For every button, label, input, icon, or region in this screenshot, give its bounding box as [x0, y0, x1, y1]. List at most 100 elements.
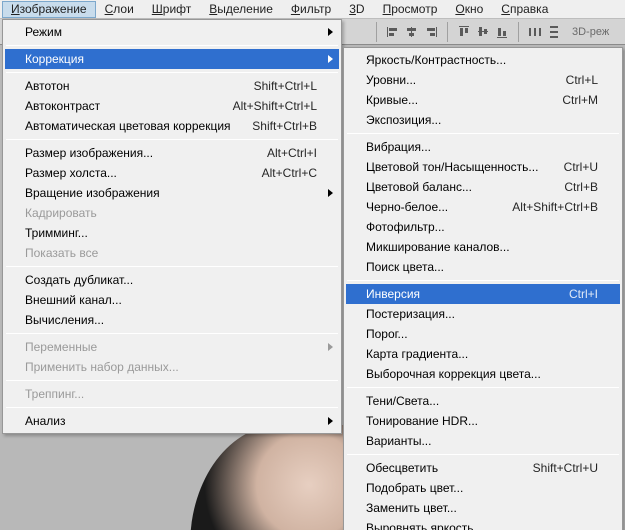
image-menu-item[interactable]: Вращение изображения	[5, 183, 339, 203]
correction-submenu-item[interactable]: Карта градиента...	[346, 344, 620, 364]
image-menu-separator	[6, 266, 338, 267]
correction-submenu-item[interactable]: Постеризация...	[346, 304, 620, 324]
correction-submenu-item-label: Обесцветить	[366, 461, 521, 475]
align-center-h-icon[interactable]	[403, 23, 421, 41]
image-menu-item[interactable]: Создать дубликат...	[5, 270, 339, 290]
toolbar-separator	[447, 22, 448, 42]
align-bottom-icon[interactable]	[493, 23, 511, 41]
image-menu-item: Переменные	[5, 337, 339, 357]
correction-submenu-item[interactable]: ИнверсияCtrl+I	[346, 284, 620, 304]
image-menu-item[interactable]: Автоматическая цветовая коррекцияShift+C…	[5, 116, 339, 136]
image-menu-item[interactable]: Размер изображения...Alt+Ctrl+I	[5, 143, 339, 163]
correction-submenu-item[interactable]: Тени/Света...	[346, 391, 620, 411]
image-menu-separator	[6, 45, 338, 46]
align-top-icon[interactable]	[455, 23, 473, 41]
correction-submenu-item-label: Яркость/Контрастность...	[366, 53, 598, 67]
correction-submenu-item-shortcut: Ctrl+I	[569, 287, 598, 301]
correction-submenu-item[interactable]: Вибрация...	[346, 137, 620, 157]
submenu-arrow-icon	[328, 189, 333, 197]
submenu-arrow-icon	[328, 343, 333, 351]
correction-submenu-item[interactable]: Тонирование HDR...	[346, 411, 620, 431]
image-menu-separator	[6, 333, 338, 334]
distribute-v-icon[interactable]	[545, 23, 563, 41]
image-menu-separator	[6, 139, 338, 140]
correction-submenu-item-label: Тонирование HDR...	[366, 414, 598, 428]
image-menu-item: Кадрировать	[5, 203, 339, 223]
image-menu-item-label: Треппинг...	[25, 387, 317, 401]
correction-submenu-item-label: Черно-белое...	[366, 200, 500, 214]
correction-submenu-item[interactable]: Уровни...Ctrl+L	[346, 70, 620, 90]
correction-submenu-item[interactable]: Подобрать цвет...	[346, 478, 620, 498]
image-menu-item-shortcut: Alt+Shift+Ctrl+L	[233, 99, 317, 113]
menubar: ИзображениеСлоиШрифтВыделениеФильтр3DПро…	[0, 0, 625, 19]
correction-submenu-dropdown: Яркость/Контрастность...Уровни...Ctrl+LК…	[343, 47, 623, 530]
image-menu-separator	[6, 72, 338, 73]
correction-submenu-item[interactable]: Микширование каналов...	[346, 237, 620, 257]
correction-submenu-item[interactable]: Выровнять яркость	[346, 518, 620, 530]
image-menu-dropdown: РежимКоррекцияАвтотонShift+Ctrl+LАвтокон…	[2, 19, 342, 434]
correction-submenu-item-label: Вибрация...	[366, 140, 598, 154]
image-menu-item-shortcut: Alt+Ctrl+I	[267, 146, 317, 160]
image-menu-item-label: Переменные	[25, 340, 317, 354]
correction-submenu-item-label: Заменить цвет...	[366, 501, 598, 515]
correction-submenu-item[interactable]: Порог...	[346, 324, 620, 344]
menubar-item[interactable]: Выделение	[200, 1, 282, 18]
image-menu-item[interactable]: Вычисления...	[5, 310, 339, 330]
correction-submenu-separator	[347, 454, 619, 455]
image-menu-item[interactable]: Режим	[5, 22, 339, 42]
correction-submenu-item[interactable]: Заменить цвет...	[346, 498, 620, 518]
image-menu-item-label: Анализ	[25, 414, 317, 428]
image-menu-item[interactable]: Автоконтраст Alt+Shift+Ctrl+L	[5, 96, 339, 116]
correction-submenu-item-label: Экспозиция...	[366, 113, 598, 127]
image-menu-item: Показать все	[5, 243, 339, 263]
correction-submenu-item-shortcut: Shift+Ctrl+U	[533, 461, 598, 475]
menubar-item[interactable]: Шрифт	[143, 1, 200, 18]
image-menu-item[interactable]: Внешний канал...	[5, 290, 339, 310]
menubar-item[interactable]: Слои	[96, 1, 143, 18]
image-menu-item[interactable]: Тримминг...	[5, 223, 339, 243]
correction-submenu-item[interactable]: Черно-белое... Alt+Shift+Ctrl+B	[346, 197, 620, 217]
align-right-icon[interactable]	[422, 23, 440, 41]
image-menu-item-label: Внешний канал...	[25, 293, 317, 307]
correction-submenu-item-shortcut: Ctrl+B	[564, 180, 598, 194]
correction-submenu-item[interactable]: Выборочная коррекция цвета...	[346, 364, 620, 384]
align-left-icon[interactable]	[384, 23, 402, 41]
distribute-h-icon[interactable]	[526, 23, 544, 41]
correction-submenu-item-label: Уровни...	[366, 73, 554, 87]
correction-submenu-item[interactable]: Обесцветить Shift+Ctrl+U	[346, 458, 620, 478]
image-menu-item: Треппинг...	[5, 384, 339, 404]
image-menu-item-label: Автоматическая цветовая коррекция	[25, 119, 240, 133]
correction-submenu-item[interactable]: Экспозиция...	[346, 110, 620, 130]
correction-submenu-item[interactable]: Цветовой баланс...Ctrl+B	[346, 177, 620, 197]
toolbar-separator	[518, 22, 519, 42]
image-menu-item-label: Размер холста...	[25, 166, 250, 180]
correction-submenu-item[interactable]: Поиск цвета...	[346, 257, 620, 277]
correction-submenu-item[interactable]: Варианты...	[346, 431, 620, 451]
submenu-arrow-icon	[328, 417, 333, 425]
image-menu-item-label: Вращение изображения	[25, 186, 317, 200]
correction-submenu-separator	[347, 387, 619, 388]
correction-submenu-item-label: Цветовой тон/Насыщенность...	[366, 160, 552, 174]
toolbar-separator	[376, 22, 377, 42]
image-menu-item[interactable]: АвтотонShift+Ctrl+L	[5, 76, 339, 96]
image-menu-item-label: Тримминг...	[25, 226, 317, 240]
image-menu-item[interactable]: Анализ	[5, 411, 339, 431]
image-menu-item[interactable]: Коррекция	[5, 49, 339, 69]
menubar-item[interactable]: Просмотр	[374, 1, 447, 18]
menubar-item[interactable]: Окно	[446, 1, 492, 18]
align-center-v-icon[interactable]	[474, 23, 492, 41]
correction-submenu-item[interactable]: Кривые...Ctrl+M	[346, 90, 620, 110]
menubar-item[interactable]: Справка	[492, 1, 557, 18]
image-menu-item-label: Режим	[25, 25, 317, 39]
image-menu-item-label: Автоконтраст	[25, 99, 221, 113]
image-menu-item[interactable]: Размер холста...Alt+Ctrl+C	[5, 163, 339, 183]
menubar-item[interactable]: Изображение	[2, 1, 96, 18]
correction-submenu-item-label: Постеризация...	[366, 307, 598, 321]
menubar-item[interactable]: Фильтр	[282, 1, 340, 18]
correction-submenu-item[interactable]: Фотофильтр...	[346, 217, 620, 237]
correction-submenu-item[interactable]: Цветовой тон/Насыщенность...Ctrl+U	[346, 157, 620, 177]
menubar-item[interactable]: 3D	[340, 1, 373, 18]
toolbar-3d-label[interactable]: 3D-реж	[572, 26, 609, 38]
correction-submenu-item[interactable]: Яркость/Контрастность...	[346, 50, 620, 70]
correction-submenu-item-shortcut: Alt+Shift+Ctrl+B	[512, 200, 598, 214]
